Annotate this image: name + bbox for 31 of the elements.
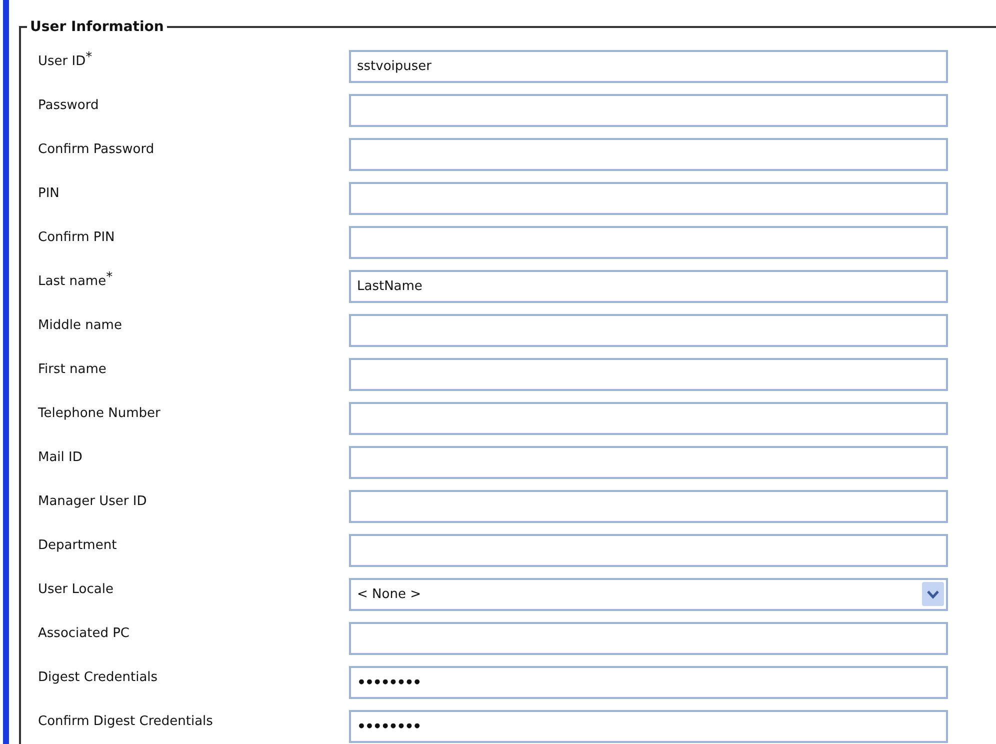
input-field[interactable]: LastName bbox=[349, 270, 948, 303]
field-label: Confirm PIN bbox=[38, 229, 116, 247]
input-field[interactable] bbox=[349, 622, 948, 655]
field-label: Mail ID bbox=[38, 449, 84, 467]
input-field[interactable] bbox=[349, 226, 948, 259]
field-label: Department bbox=[38, 537, 118, 555]
input-field[interactable] bbox=[349, 314, 948, 347]
input-field[interactable] bbox=[349, 446, 948, 479]
field-label: Confirm Password bbox=[38, 141, 156, 159]
input-field[interactable] bbox=[349, 534, 948, 567]
chevron-down-icon bbox=[922, 582, 944, 606]
input-field[interactable] bbox=[349, 182, 948, 215]
field-label: First name bbox=[38, 361, 108, 379]
field-label: Associated PC bbox=[38, 625, 131, 643]
input-field[interactable] bbox=[349, 358, 948, 391]
field-label: Confirm Digest Credentials bbox=[38, 713, 214, 731]
field-label: Digest Credentials bbox=[38, 669, 159, 687]
password-field[interactable]: •••••••• bbox=[349, 710, 948, 743]
input-field[interactable] bbox=[349, 402, 948, 435]
password-field[interactable]: •••••••• bbox=[349, 666, 948, 699]
field-label: Telephone Number bbox=[38, 405, 162, 423]
field-label: Manager User ID bbox=[38, 493, 148, 511]
field-label: PIN bbox=[38, 185, 60, 203]
input-field[interactable] bbox=[349, 138, 948, 171]
input-field[interactable]: sstvoipuser bbox=[349, 50, 948, 83]
input-field[interactable] bbox=[349, 94, 948, 127]
field-label: Password bbox=[38, 97, 100, 115]
input-field[interactable] bbox=[349, 490, 948, 523]
field-label: User Locale bbox=[38, 581, 114, 599]
field-label: Middle name bbox=[38, 317, 123, 335]
locale-dropdown[interactable]: < None > bbox=[349, 578, 948, 611]
